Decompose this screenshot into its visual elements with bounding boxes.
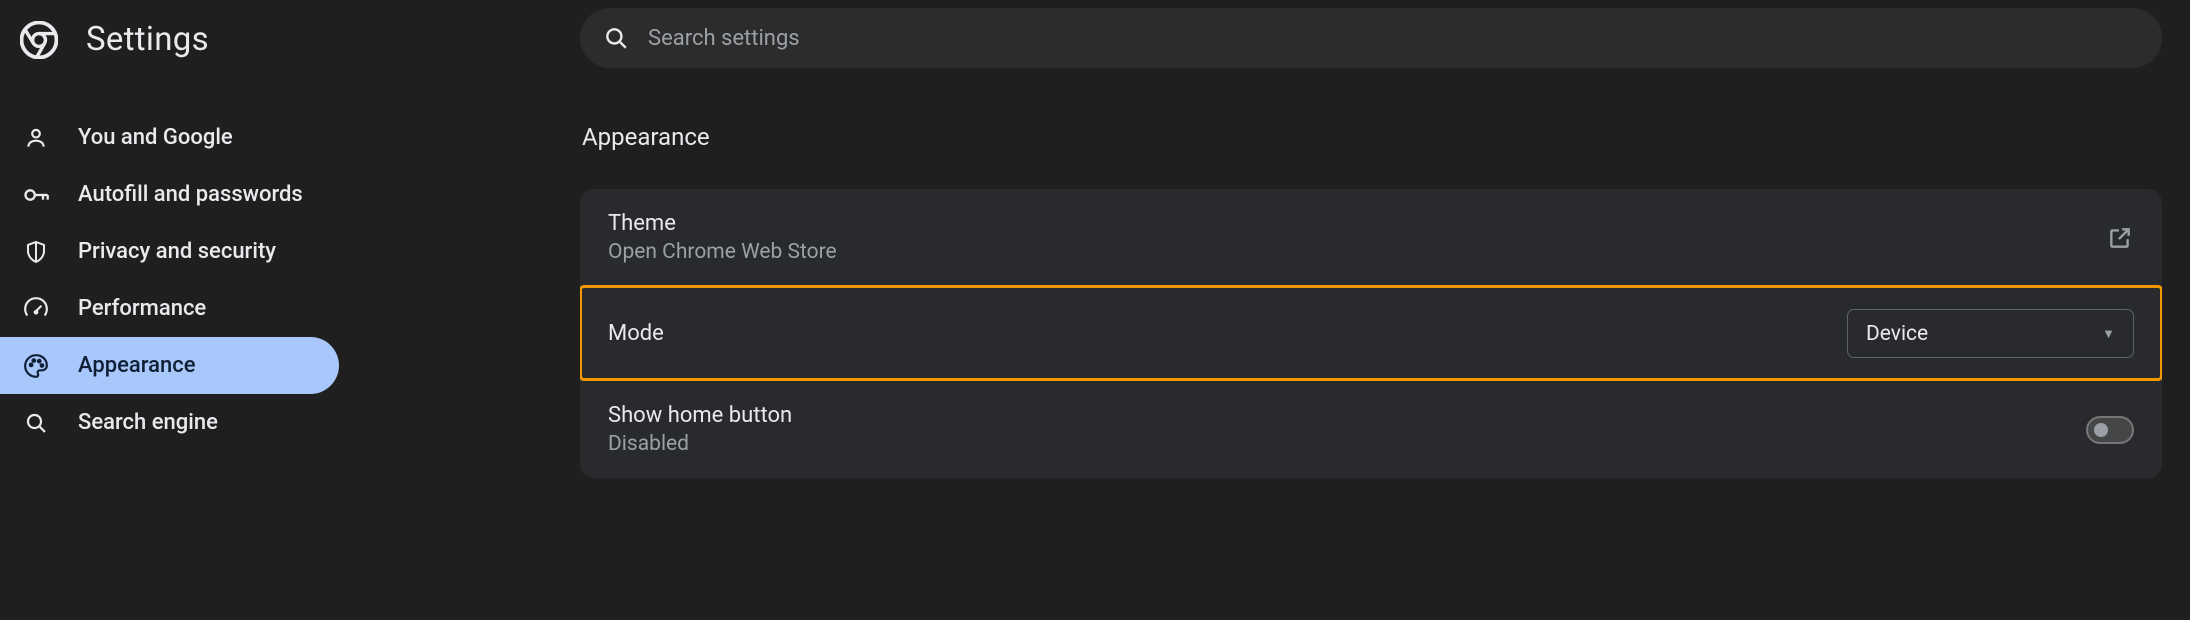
theme-title: Theme (608, 211, 837, 236)
sidebar-item-you-and-google[interactable]: You and Google (0, 109, 339, 166)
search-icon (602, 24, 630, 52)
home-button-toggle[interactable] (2086, 416, 2134, 444)
sidebar-item-label: Search engine (78, 410, 218, 435)
palette-icon (22, 352, 50, 380)
mode-row: Mode Device ▼ (580, 286, 2162, 380)
chevron-down-icon: ▼ (2102, 326, 2115, 342)
mode-selected-value: Device (1866, 322, 1928, 346)
key-icon (22, 181, 50, 209)
search-input[interactable] (648, 26, 2140, 51)
sidebar-nav: You and Google Autofill and passwords (0, 109, 580, 451)
theme-subtitle: Open Chrome Web Store (608, 240, 837, 264)
speedometer-icon (22, 295, 50, 323)
app-header: Settings (0, 8, 580, 109)
sidebar-item-appearance[interactable]: Appearance (0, 337, 339, 394)
shield-icon (22, 238, 50, 266)
external-link-icon (2106, 224, 2134, 252)
app-title: Settings (86, 20, 209, 59)
sidebar-item-label: Appearance (78, 353, 196, 378)
search-icon (22, 409, 50, 437)
sidebar-item-label: Performance (78, 296, 206, 321)
toggle-knob (2094, 423, 2108, 437)
sidebar-item-label: You and Google (78, 125, 233, 150)
home-button-subtitle: Disabled (608, 432, 792, 456)
theme-row[interactable]: Theme Open Chrome Web Store (580, 189, 2162, 286)
mode-title: Mode (608, 321, 664, 346)
sidebar-item-privacy-and-security[interactable]: Privacy and security (0, 223, 339, 280)
sidebar-item-autofill-and-passwords[interactable]: Autofill and passwords (0, 166, 339, 223)
appearance-card: Theme Open Chrome Web Store Mode Device (580, 189, 2162, 478)
home-button-title: Show home button (608, 403, 792, 428)
search-bar[interactable] (580, 8, 2162, 68)
mode-select[interactable]: Device ▼ (1847, 309, 2134, 358)
person-icon (22, 124, 50, 152)
sidebar-item-label: Privacy and security (78, 239, 276, 264)
chrome-icon (20, 21, 58, 59)
home-button-row[interactable]: Show home button Disabled (580, 380, 2162, 478)
sidebar-item-label: Autofill and passwords (78, 182, 303, 207)
sidebar-item-performance[interactable]: Performance (0, 280, 339, 337)
sidebar-item-search-engine[interactable]: Search engine (0, 394, 339, 451)
section-title: Appearance (582, 123, 2162, 151)
